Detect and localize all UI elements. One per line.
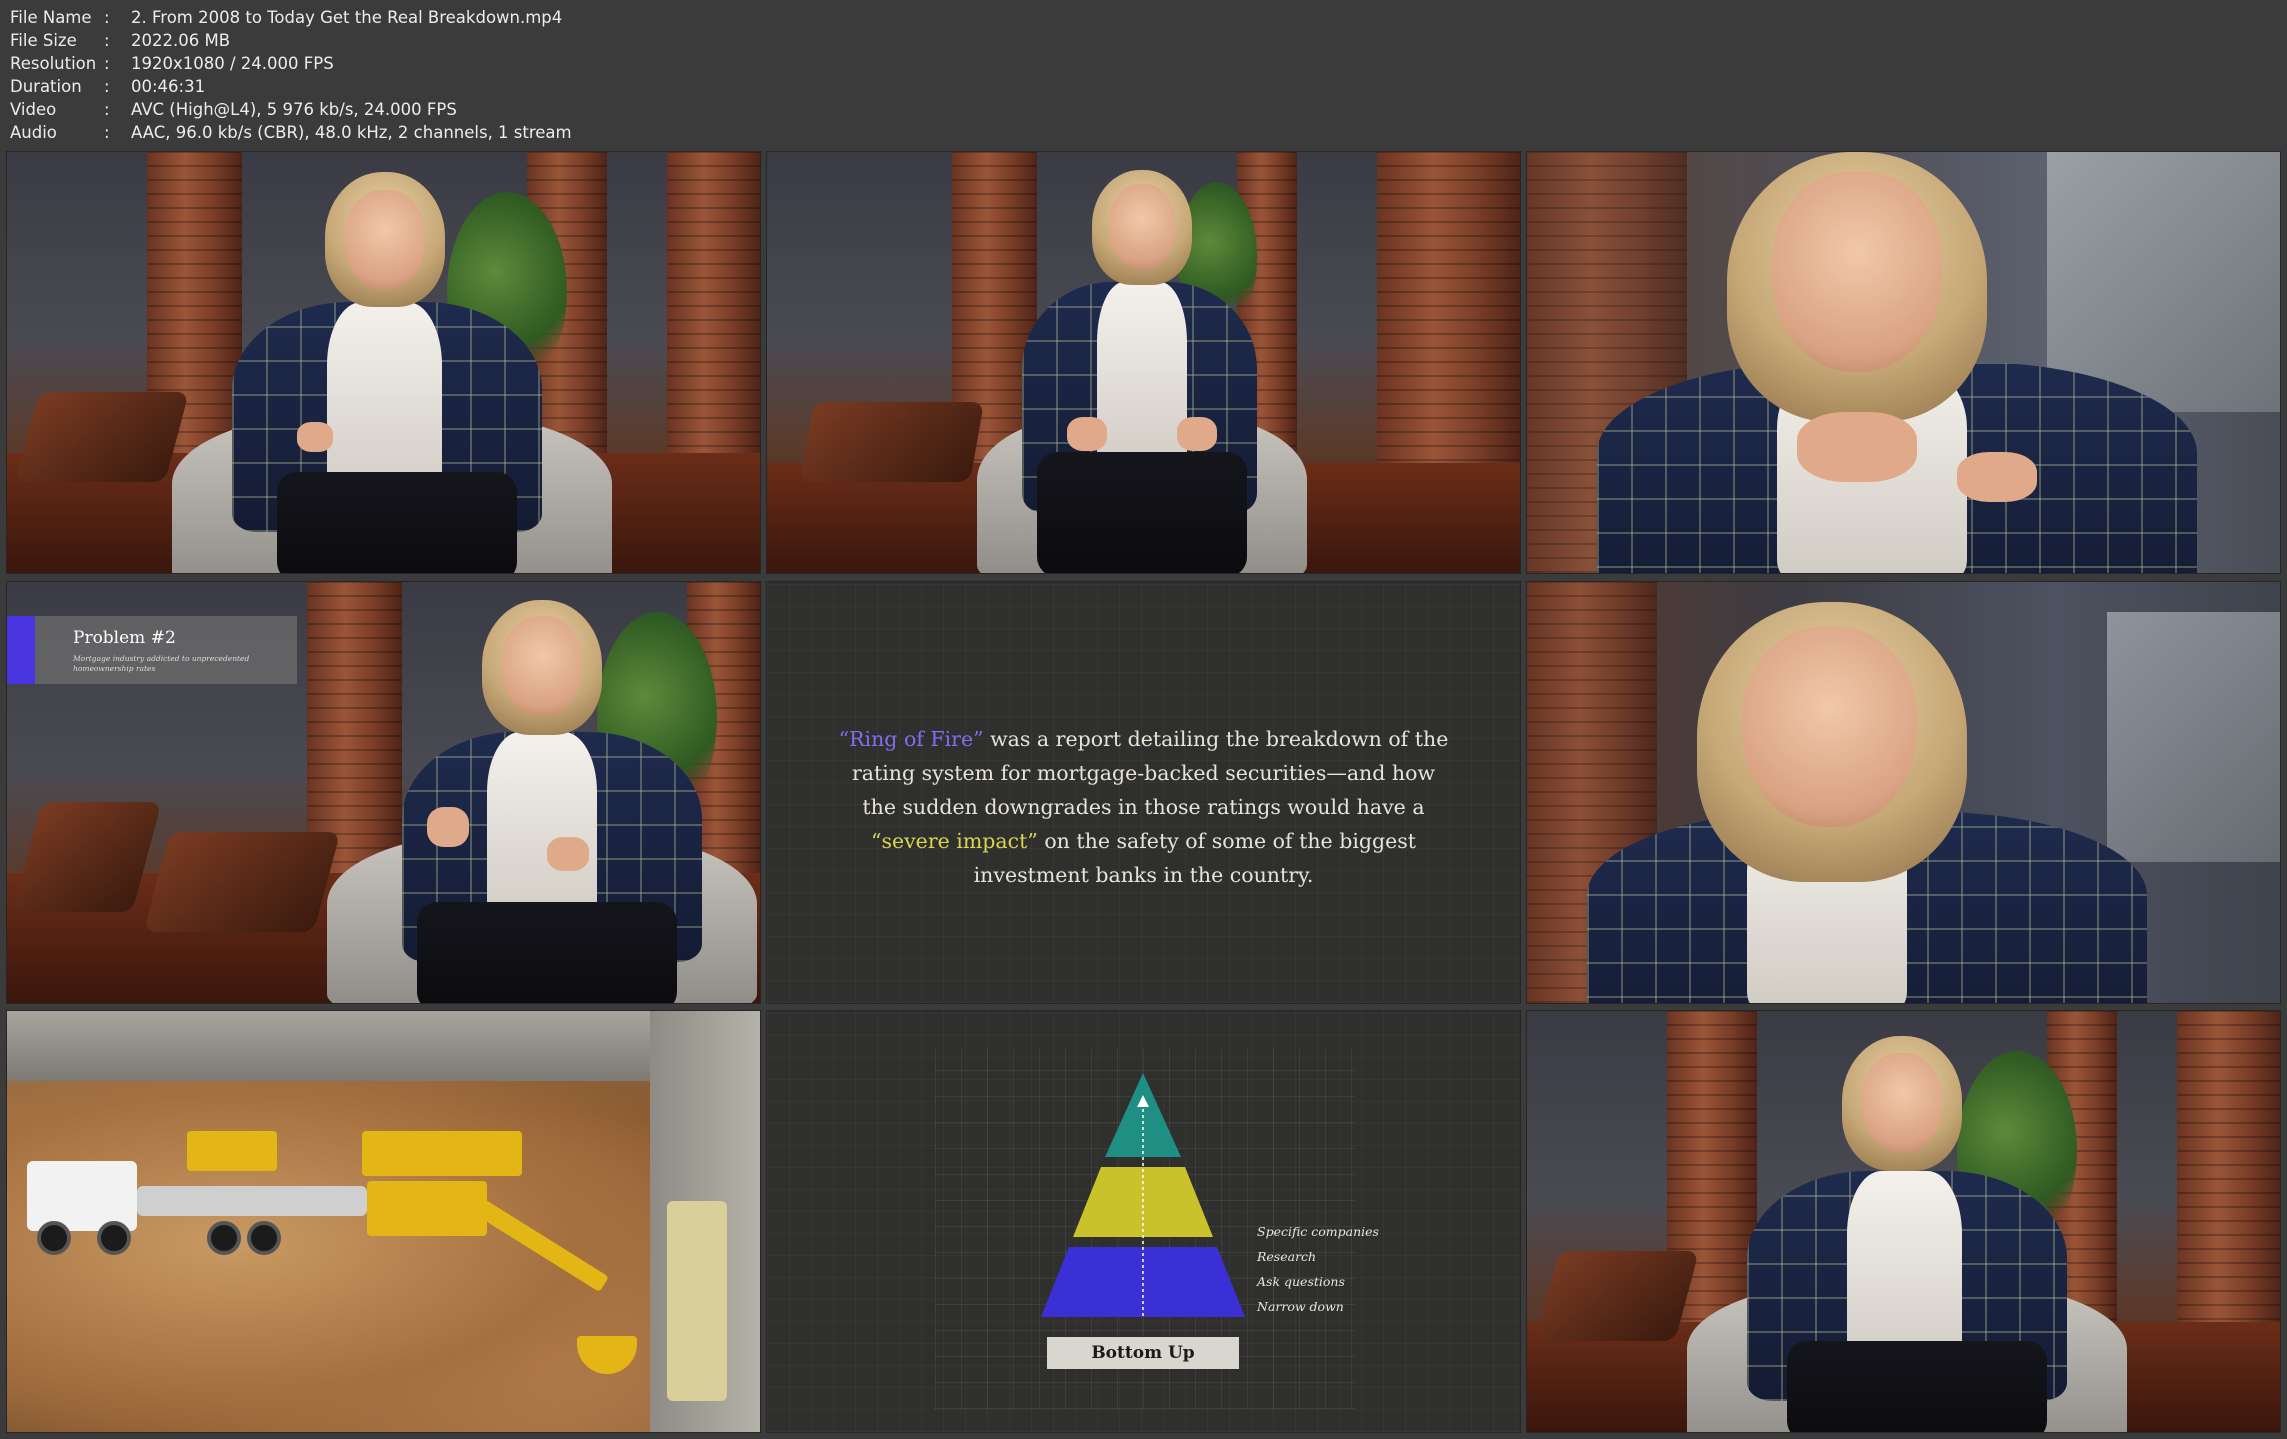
bulldozer: [187, 1131, 277, 1171]
meta-row-video: Video: AVC (High@L4), 5 976 kb/s, 24.000 …: [10, 100, 457, 119]
truck-wheel: [37, 1221, 71, 1255]
thumbnail-6-interview-closeup: [1526, 581, 2281, 1004]
thumbnail-1-interview-wide: [6, 151, 761, 574]
truck-wheel: [247, 1221, 281, 1255]
leather-chair: [14, 392, 190, 482]
problem-tag: Problem #2 Mortgage industry addicted to…: [7, 616, 297, 684]
concrete-wall: [7, 1011, 760, 1081]
meta-row-resolution: Resolution:1920x1080 / 24.000 FPS: [10, 54, 334, 73]
thumbnail-5-quote-slide: “Ring of Fire” was a report detailing th…: [766, 581, 1521, 1004]
truck-wheel: [97, 1221, 131, 1255]
problem-tag-subtitle: Mortgage industry addicted to unpreceden…: [73, 654, 250, 673]
quote-highlight-ring-of-fire: “Ring of Fire”: [838, 727, 984, 751]
excavator-cab: [367, 1181, 487, 1236]
pyramid-tier-bottom: [1041, 1247, 1245, 1317]
file-metadata: File Name:2. From 2008 to Today Get the …: [10, 6, 572, 144]
bottom-up-label: Bottom Up: [1047, 1337, 1239, 1369]
artwork: [2107, 612, 2280, 862]
semi-truck: [27, 1161, 137, 1231]
thumbnail-3-interview-closeup: [1526, 151, 2281, 574]
truck-trailer: [137, 1186, 367, 1216]
leather-chair: [1534, 1251, 1700, 1341]
leather-chair: [143, 832, 341, 932]
leather-chair: [799, 402, 985, 482]
thumbnail-4-interview-problem-tag: Problem #2 Mortgage industry addicted to…: [6, 581, 761, 1004]
thumbnail-9-interview-wide: [1526, 1010, 2281, 1433]
quote-highlight-severe-impact: “severe impact”: [870, 829, 1038, 853]
wheel-loader: [362, 1131, 522, 1176]
truck-wheel: [207, 1221, 241, 1255]
problem-tag-accent-bar: [7, 616, 35, 684]
ring-of-fire-quote: “Ring of Fire” was a report detailing th…: [837, 722, 1450, 892]
thumbnail-7-construction-site: [6, 1010, 761, 1433]
pyramid-label-research: Research: [1257, 1249, 1317, 1264]
meta-row-file-name: File Name:2. From 2008 to Today Get the …: [10, 8, 563, 27]
pyramid-label-specific-companies: Specific companies: [1257, 1224, 1379, 1239]
thumbnail-8-pyramid-slide: Specific companies Research Ask question…: [766, 1010, 1521, 1433]
meta-row-duration: Duration:00:46:31: [10, 77, 206, 96]
dump-truck: [667, 1201, 727, 1401]
pyramid-label-ask-questions: Ask questions: [1257, 1274, 1345, 1289]
meta-row-audio: Audio: AAC, 96.0 kb/s (CBR), 48.0 kHz, 2 …: [10, 123, 572, 142]
problem-tag-title: Problem #2: [73, 628, 176, 648]
quote-text-end: on the safety of some of the biggest inv…: [973, 829, 1417, 887]
thumbnail-2-interview-wide: [766, 151, 1521, 574]
meta-row-file-size: File Size:2022.06 MB: [10, 31, 231, 50]
pyramid-label-narrow-down: Narrow down: [1257, 1299, 1344, 1314]
